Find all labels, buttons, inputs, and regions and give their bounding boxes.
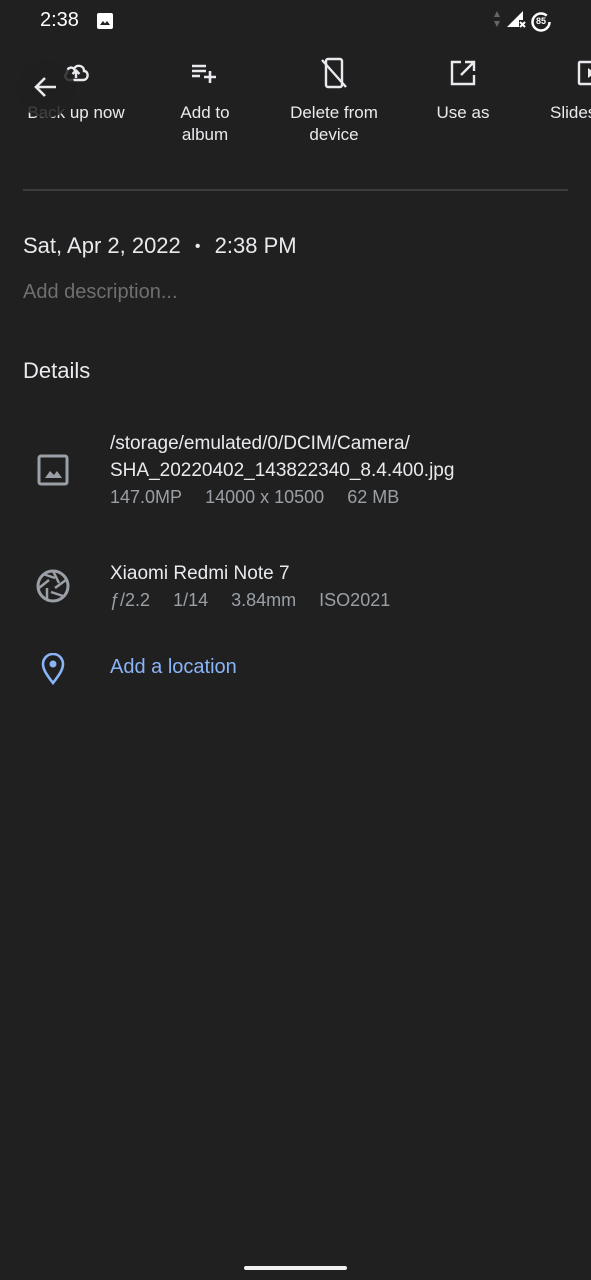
arrow-back-icon: [33, 74, 59, 105]
battery-level: 85: [535, 15, 546, 26]
camera-model: Xiaomi Redmi Note 7: [110, 563, 290, 584]
separator: •: [194, 238, 201, 255]
resolution: 14000 x 10500: [205, 487, 325, 507]
time: 2:38 PM: [214, 233, 297, 258]
playlist-add-icon: [190, 61, 220, 90]
file-name: SHA_20220402_143822340_8.4.400.jpg: [110, 460, 455, 481]
focal-length: 3.84mm: [231, 590, 297, 610]
battery-saver-icon: 85: [531, 11, 551, 32]
description-input[interactable]: Add description...: [23, 281, 178, 304]
image-icon: [34, 451, 72, 489]
slideshow-icon: [577, 59, 591, 92]
megapixels: 147.0MP: [110, 487, 183, 507]
add-to-album-button[interactable]: Add to album: [140, 55, 270, 146]
action-label: Add to album: [180, 103, 230, 144]
signal-no-service-icon: [506, 10, 526, 33]
delete-from-device-button[interactable]: Delete from device: [269, 55, 399, 146]
data-arrows-icon: [493, 10, 501, 33]
action-label: Delete from device: [290, 103, 378, 144]
add-location-link[interactable]: Add a location: [110, 656, 237, 679]
iso: ISO2021: [319, 590, 391, 610]
gesture-nav-handle[interactable]: [244, 1266, 347, 1270]
file-meta: 147.0MP 14000 x 10500 62 MB: [110, 484, 454, 511]
action-strip: Back up now Add to album Delete from dev…: [0, 55, 591, 165]
phone-off-icon: [320, 57, 348, 94]
status-time: 2:38: [40, 9, 79, 31]
divider: [23, 189, 568, 191]
image-notification-icon: [97, 13, 113, 29]
date: Sat, Apr 2, 2022: [23, 233, 181, 258]
file-size: 62 MB: [347, 487, 400, 507]
back-button[interactable]: [17, 60, 75, 118]
action-label: Use as: [436, 103, 490, 122]
file-path: /storage/emulated/0/DCIM/Camera/: [110, 433, 410, 454]
aperture: ƒ/2.2: [110, 590, 151, 610]
shutter-speed: 1/14: [173, 590, 209, 610]
camera-settings: ƒ/2.2 1/14 3.84mm ISO2021: [110, 587, 408, 614]
use-as-button[interactable]: Use as: [398, 55, 528, 124]
open-in-new-icon: [449, 59, 477, 92]
status-bar: 2:38 85: [0, 0, 591, 44]
action-label: Slideshow: [550, 103, 591, 122]
location-pin-icon: [34, 650, 72, 688]
details-heading: Details: [23, 358, 91, 383]
date-time[interactable]: Sat, Apr 2, 2022 • 2:38 PM: [23, 233, 297, 259]
camera-aperture-icon: [34, 567, 72, 605]
slideshow-button[interactable]: Slideshow: [527, 55, 591, 124]
